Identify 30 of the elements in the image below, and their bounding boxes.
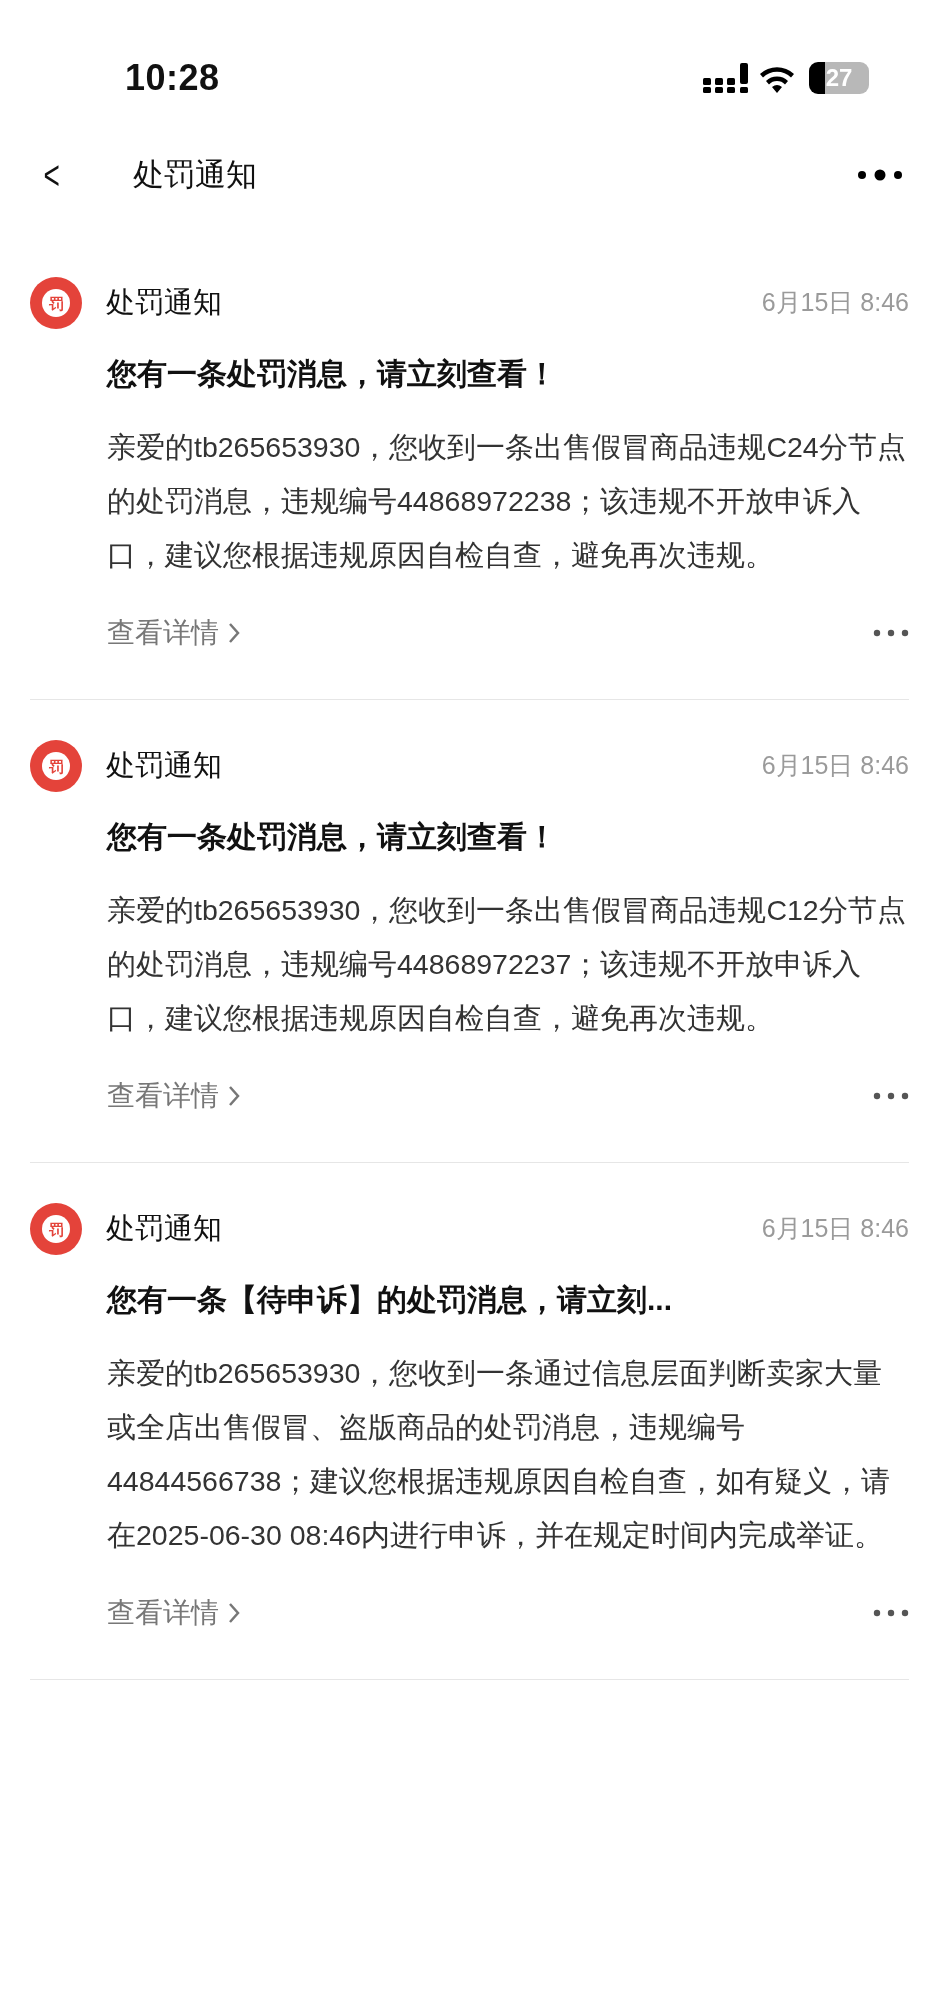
sender-name: 处罚通知 (106, 285, 222, 321)
page-title: 处罚通知 (133, 155, 258, 194)
chevron-icon (227, 621, 241, 645)
message-body: 亲爱的tb265653930，您收到一条出售假冒商品违规C24分节点的处罚消息，违规编号44868972238；该违规不开放申诉入口，建议您根据违规原因自检自查，避免再次违规。 (107, 430, 907, 573)
chevron-icon (227, 1084, 241, 1108)
message-time: 6月15日 8:46 (761, 750, 909, 782)
chevron-icon (227, 1601, 241, 1625)
message-title: 您有一条处罚消息，请立刻查看！ (107, 356, 558, 392)
message-time: 6月15日 8:46 (761, 1213, 909, 1245)
battery-indicator: 27 (809, 61, 869, 94)
sender-name: 处罚通知 (106, 1211, 222, 1247)
message-body: 亲爱的tb265653930，您收到一条通过信息层面判断卖家大量或全店出售假冒、盗版商品的处罚消息，违规编号44844566738；建议您根据违规原因自检自查，如有疑义，请在2025-06-30 08:46内进行申诉，并在规定时间内完成举证。 (107, 1356, 892, 1553)
more-icon[interactable] (873, 1609, 909, 1617)
avatar-label: 罚 (42, 1215, 70, 1243)
more-icon[interactable] (873, 629, 909, 637)
message-title: 您有一条【待申诉】的处罚消息，请立刻... (107, 1282, 673, 1318)
details-link[interactable]: 查看详情 (107, 612, 219, 654)
message-body: 亲爱的tb265653930，您收到一条出售假冒商品违规C12分节点的处罚消息，违规编号44868972237；该违规不开放申诉入口，建议您根据违规原因自检自查，避免再次违规。 (107, 893, 907, 1036)
avatar-label: 罚 (42, 752, 70, 780)
sender-name: 处罚通知 (106, 748, 222, 784)
avatar-label: 罚 (42, 289, 70, 317)
clock-time: 10:28 (125, 55, 220, 100)
message-title: 您有一条处罚消息，请立刻查看！ (107, 819, 558, 855)
more-icon[interactable] (857, 169, 903, 181)
details-link[interactable]: 查看详情 (107, 1075, 219, 1117)
more-icon[interactable] (873, 1092, 909, 1100)
signal-icon (703, 62, 749, 93)
details-link[interactable]: 查看详情 (107, 1592, 219, 1634)
message-time: 6月15日 8:46 (761, 287, 909, 319)
back-button[interactable]: < (43, 145, 60, 205)
